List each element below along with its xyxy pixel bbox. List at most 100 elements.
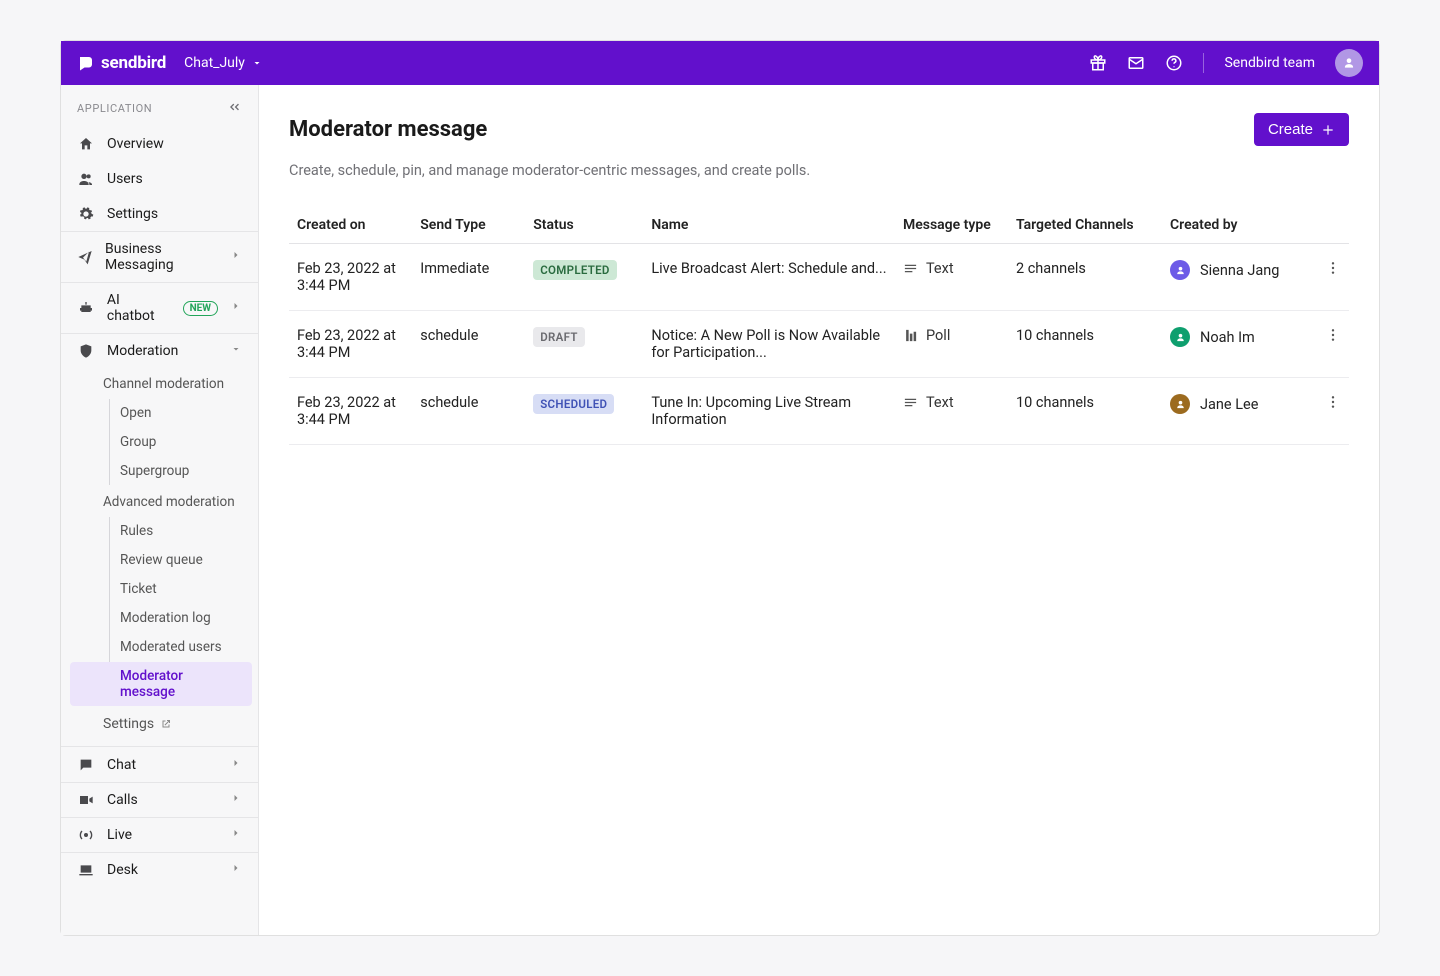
top-bar-right: Sendbird team — [1089, 49, 1363, 77]
external-link-icon — [160, 718, 172, 730]
sidebar-settings-label: Settings — [103, 716, 154, 732]
robot-icon — [77, 300, 95, 316]
gear-icon — [77, 206, 95, 222]
sidebar-item-label: Live — [107, 827, 132, 843]
sidebar-item-label: Desk — [107, 862, 138, 878]
sendbird-logo-icon — [77, 54, 95, 72]
cell-status: SCHEDULED — [525, 378, 643, 445]
main-content: Moderator message Create Create, schedul… — [259, 85, 1379, 935]
sidebar-subitem-moderator-message[interactable]: Moderator message — [70, 662, 252, 706]
cell-created: Feb 23, 2022 at 3:44 PM — [289, 378, 412, 445]
col-header-name[interactable]: Name — [643, 207, 895, 244]
cell-message-type: Text — [895, 244, 1008, 311]
sidebar-subitem-review-queue[interactable]: Review queue — [110, 546, 252, 574]
table-row[interactable]: Feb 23, 2022 at 3:44 PMscheduleSCHEDULED… — [289, 378, 1349, 445]
gift-icon[interactable] — [1089, 54, 1107, 72]
create-button[interactable]: Create — [1254, 113, 1349, 146]
chevron-right-icon — [230, 792, 242, 808]
sidebar: APPLICATION Overview Users Settings — [61, 85, 259, 935]
sidebar-sublist-advanced-moderation: Rules Review queue Ticket Moderation log… — [109, 517, 258, 706]
table-header-row: Created on Send Type Status Name Message… — [289, 207, 1349, 244]
col-header-type[interactable]: Message type — [895, 207, 1008, 244]
cell-send-type: schedule — [412, 311, 525, 378]
row-actions-button[interactable] — [1316, 378, 1349, 445]
help-icon[interactable] — [1165, 54, 1183, 72]
sidebar-item-chat[interactable]: Chat — [61, 747, 258, 782]
paper-plane-icon — [77, 249, 93, 265]
cell-name: Live Broadcast Alert: Schedule and... — [643, 244, 895, 311]
top-bar-divider — [1203, 53, 1204, 73]
cell-status: DRAFT — [525, 311, 643, 378]
sidebar-item-business-messaging[interactable]: Business Messaging — [61, 231, 258, 282]
sidebar-subgroup-advanced-moderation: Advanced moderation — [61, 486, 258, 516]
team-name[interactable]: Sendbird team — [1224, 55, 1315, 71]
chat-icon — [77, 757, 95, 773]
chevron-right-icon — [230, 862, 242, 878]
chevron-right-icon — [230, 827, 242, 843]
sidebar-subitem-moderation-log[interactable]: Moderation log — [110, 604, 252, 632]
app-switcher[interactable]: Chat_July — [184, 55, 263, 71]
cell-creator: Sienna Jang — [1162, 244, 1316, 311]
brand-text: sendbird — [101, 53, 166, 73]
status-badge: DRAFT — [533, 327, 584, 347]
sidebar-item-desk[interactable]: Desk — [61, 852, 258, 887]
sidebar-item-live[interactable]: Live — [61, 817, 258, 852]
shield-icon — [77, 343, 95, 359]
sidebar-settings-link[interactable]: Settings — [61, 707, 258, 747]
table-row[interactable]: Feb 23, 2022 at 3:44 PMscheduleDRAFTNoti… — [289, 311, 1349, 378]
chevron-right-icon — [230, 249, 242, 265]
create-button-label: Create — [1268, 121, 1313, 138]
user-avatar[interactable] — [1335, 49, 1363, 77]
col-header-send[interactable]: Send Type — [412, 207, 525, 244]
chevron-double-left-icon — [226, 99, 242, 115]
col-header-actions — [1316, 207, 1349, 244]
plus-icon — [1321, 123, 1335, 137]
cell-targeted: 2 channels — [1008, 244, 1162, 311]
col-header-by[interactable]: Created by — [1162, 207, 1316, 244]
sidebar-subitem-ticket[interactable]: Ticket — [110, 575, 252, 603]
creator-avatar — [1170, 394, 1190, 414]
sidebar-item-ai-chatbot[interactable]: AI chatbot NEW — [61, 282, 258, 333]
col-header-target[interactable]: Targeted Channels — [1008, 207, 1162, 244]
chevron-down-icon — [230, 343, 242, 359]
cell-message-type: Poll — [895, 311, 1008, 378]
app-switcher-label: Chat_July — [184, 55, 245, 71]
text-icon — [903, 261, 918, 276]
sidebar-subitem-moderated-users[interactable]: Moderated users — [110, 633, 252, 661]
messages-table: Created on Send Type Status Name Message… — [289, 207, 1349, 445]
home-icon — [77, 136, 95, 152]
sidebar-item-calls[interactable]: Calls — [61, 782, 258, 817]
mail-icon[interactable] — [1127, 54, 1145, 72]
cell-created: Feb 23, 2022 at 3:44 PM — [289, 244, 412, 311]
creator-avatar — [1170, 327, 1190, 347]
sidebar-subitem-group[interactable]: Group — [110, 428, 252, 456]
sidebar-subitem-open[interactable]: Open — [110, 399, 252, 427]
page-description: Create, schedule, pin, and manage modera… — [289, 162, 1349, 179]
sidebar-item-label: Users — [107, 171, 143, 187]
cell-creator: Jane Lee — [1162, 378, 1316, 445]
cell-targeted: 10 channels — [1008, 378, 1162, 445]
sidebar-subgroup-channel-moderation: Channel moderation — [61, 368, 258, 398]
col-header-status[interactable]: Status — [525, 207, 643, 244]
sidebar-item-settings[interactable]: Settings — [61, 196, 258, 231]
sidebar-collapse-button[interactable] — [226, 99, 242, 118]
new-badge: NEW — [183, 301, 218, 316]
status-badge: SCHEDULED — [533, 394, 614, 414]
sidebar-item-overview[interactable]: Overview — [61, 126, 258, 161]
sidebar-sublist-channel-moderation: Open Group Supergroup — [109, 399, 258, 485]
sidebar-item-label: Settings — [107, 206, 158, 222]
table-row[interactable]: Feb 23, 2022 at 3:44 PMImmediateCOMPLETE… — [289, 244, 1349, 311]
sidebar-subitem-supergroup[interactable]: Supergroup — [110, 457, 252, 485]
cell-name: Tune In: Upcoming Live Stream Informatio… — [643, 378, 895, 445]
cell-send-type: Immediate — [412, 244, 525, 311]
sidebar-item-moderation[interactable]: Moderation — [61, 333, 258, 368]
cell-name: Notice: A New Poll is Now Available for … — [643, 311, 895, 378]
sidebar-item-users[interactable]: Users — [61, 161, 258, 196]
more-vertical-icon — [1325, 394, 1341, 410]
sidebar-subitem-rules[interactable]: Rules — [110, 517, 252, 545]
col-header-created[interactable]: Created on — [289, 207, 412, 244]
row-actions-button[interactable] — [1316, 311, 1349, 378]
poll-icon — [903, 328, 918, 343]
row-actions-button[interactable] — [1316, 244, 1349, 311]
brand-logo[interactable]: sendbird — [77, 53, 166, 73]
